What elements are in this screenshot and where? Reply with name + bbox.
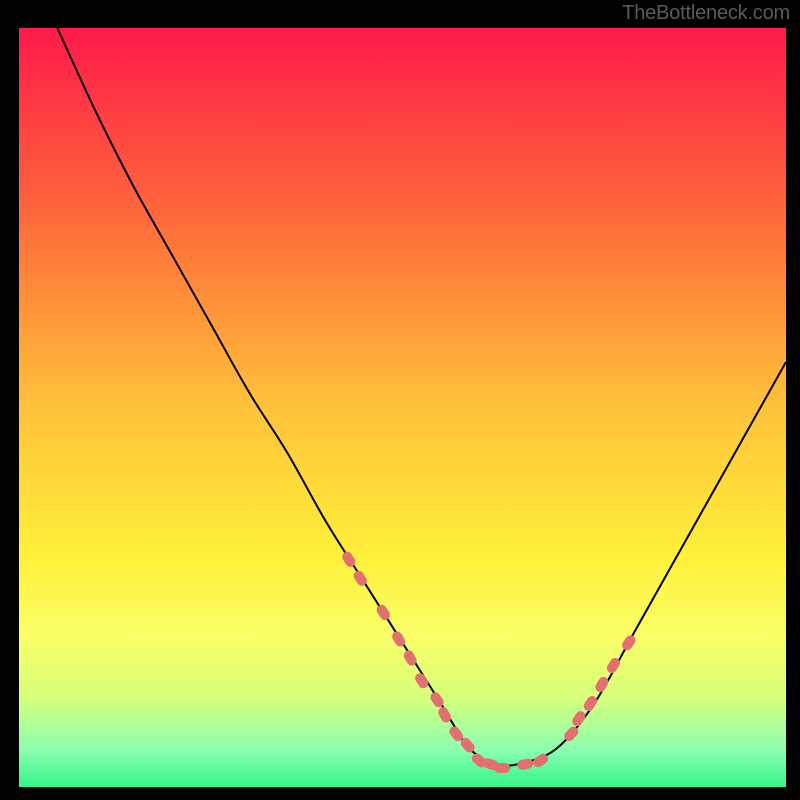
chart-stage: TheBottleneck.com xyxy=(0,0,800,800)
highlight-dot xyxy=(494,763,510,773)
watermark-text: TheBottleneck.com xyxy=(622,2,790,25)
chart-svg xyxy=(0,0,800,800)
chart-gradient-background xyxy=(19,28,786,787)
